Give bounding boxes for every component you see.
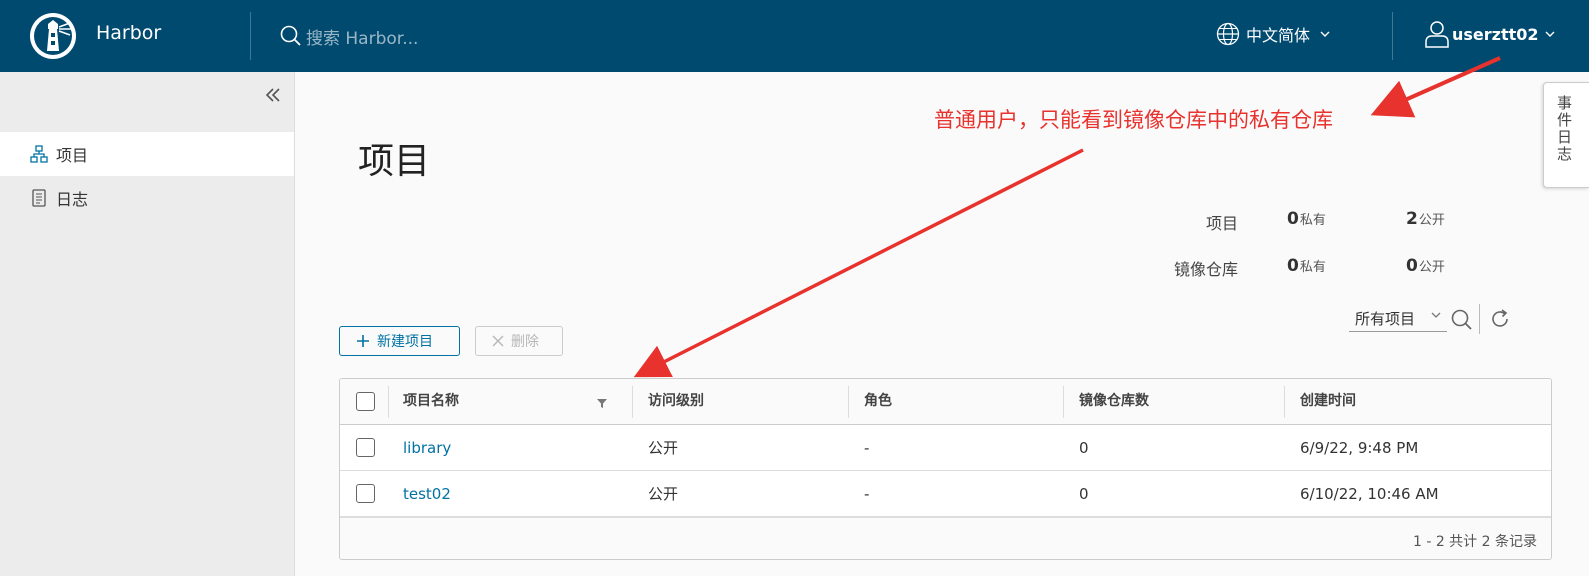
logs-icon [32,189,46,207]
user-menu[interactable]: userztt02 [1424,20,1555,48]
top-header: Harbor 搜索 Harbor... 中文简体 userztt02 [0,0,1589,72]
project-created: 6/10/22, 10:46 AM [1300,485,1439,503]
stats-repos-label: 镜像仓库 [1173,260,1238,279]
column-divider [388,386,389,418]
project-access: 公开 [648,485,679,503]
stats-projects-public: 2公开 [1406,209,1445,229]
stats-repos-public: 0公开 [1406,256,1445,276]
chevron-down-icon [1431,312,1441,318]
project-name-link[interactable]: library [403,425,451,471]
column-header-role[interactable]: 角色 [864,379,892,425]
header-divider [1392,12,1393,60]
column-header-created[interactable]: 创建时间 [1300,379,1356,425]
sidebar-item-projects[interactable]: 项目 [0,132,294,176]
search-icon[interactable] [1450,308,1474,332]
project-created: 6/9/22, 9:48 PM [1300,439,1419,457]
project-filter-select[interactable]: 所有项目 [1349,306,1447,332]
column-divider [632,386,633,418]
column-divider [1063,386,1064,418]
brand-name: Harbor [96,22,162,44]
table-row: test02 公开 - 0 6/10/22, 10:46 AM [340,471,1551,517]
collapse-sidebar-icon[interactable] [262,84,284,106]
harbor-lighthouse-icon[interactable] [28,11,78,61]
search-input[interactable]: 搜索 Harbor... [306,24,418,49]
project-repo-count: 0 [1079,485,1089,503]
new-project-label: 新建项目 [377,334,433,350]
language-label: 中文简体 [1246,26,1311,45]
stats-repos-private: 0私有 [1287,256,1326,276]
username: userztt02 [1452,24,1539,44]
sidebar-item-label: 项目 [56,146,89,165]
filter-icon[interactable] [596,397,608,409]
filter-selected-value: 所有项目 [1355,310,1416,328]
annotation-text: 普通用户，只能看到镜像仓库中的私有仓库 [934,108,1333,132]
globe-icon [1216,22,1240,46]
drawer-tab-label: 事件日志 [1555,95,1573,163]
page-title: 项目 [358,141,431,182]
plus-icon [357,335,369,347]
row-checkbox[interactable] [356,438,375,457]
table-footer: 1 - 2 共计 2 条记录 [340,517,1551,559]
table-header: 项目名称 访问级别 角色 镜像仓库数 创建时间 [340,379,1551,425]
global-search[interactable]: 搜索 Harbor... [280,22,418,50]
pagination-summary: 1 - 2 共计 2 条记录 [1412,534,1537,550]
arrow-to-table [633,148,1084,378]
sidebar-item-logs[interactable]: 日志 [0,176,294,220]
projects-table: 项目名称 访问级别 角色 镜像仓库数 创建时间 library 公开 - 0 6… [339,378,1552,560]
delete-label: 删除 [511,334,539,350]
event-log-drawer-tab[interactable]: 事件日志 [1543,82,1589,188]
project-repo-count: 0 [1079,439,1089,457]
new-project-button[interactable]: 新建项目 [339,326,460,356]
sidebar: 项目 日志 [0,72,295,576]
column-divider [848,386,849,418]
column-header-repo-count[interactable]: 镜像仓库数 [1079,379,1149,425]
table-row: library 公开 - 0 6/9/22, 9:48 PM [340,425,1551,471]
header-divider [250,12,251,60]
column-divider [1284,386,1285,418]
chevron-down-icon [1320,31,1330,37]
projects-icon [30,145,48,163]
project-name-link[interactable]: test02 [403,471,451,517]
toolbar-divider [1479,304,1480,334]
chevron-down-icon [1545,31,1555,37]
language-selector[interactable]: 中文简体 [1216,22,1330,46]
user-icon [1425,21,1449,48]
project-role: - [864,439,870,457]
search-icon [280,25,301,46]
stats-projects-label: 项目 [1205,214,1238,233]
column-header-name[interactable]: 项目名称 [403,379,459,425]
refresh-icon[interactable] [1489,308,1511,330]
stats-projects-private: 0私有 [1287,209,1326,229]
select-all-checkbox[interactable] [356,392,375,411]
close-icon [492,335,504,347]
project-access: 公开 [648,439,679,457]
row-checkbox[interactable] [356,484,375,503]
column-header-access[interactable]: 访问级别 [648,379,704,425]
delete-button[interactable]: 删除 [475,326,563,356]
project-role: - [864,485,870,503]
sidebar-item-label: 日志 [56,190,89,209]
